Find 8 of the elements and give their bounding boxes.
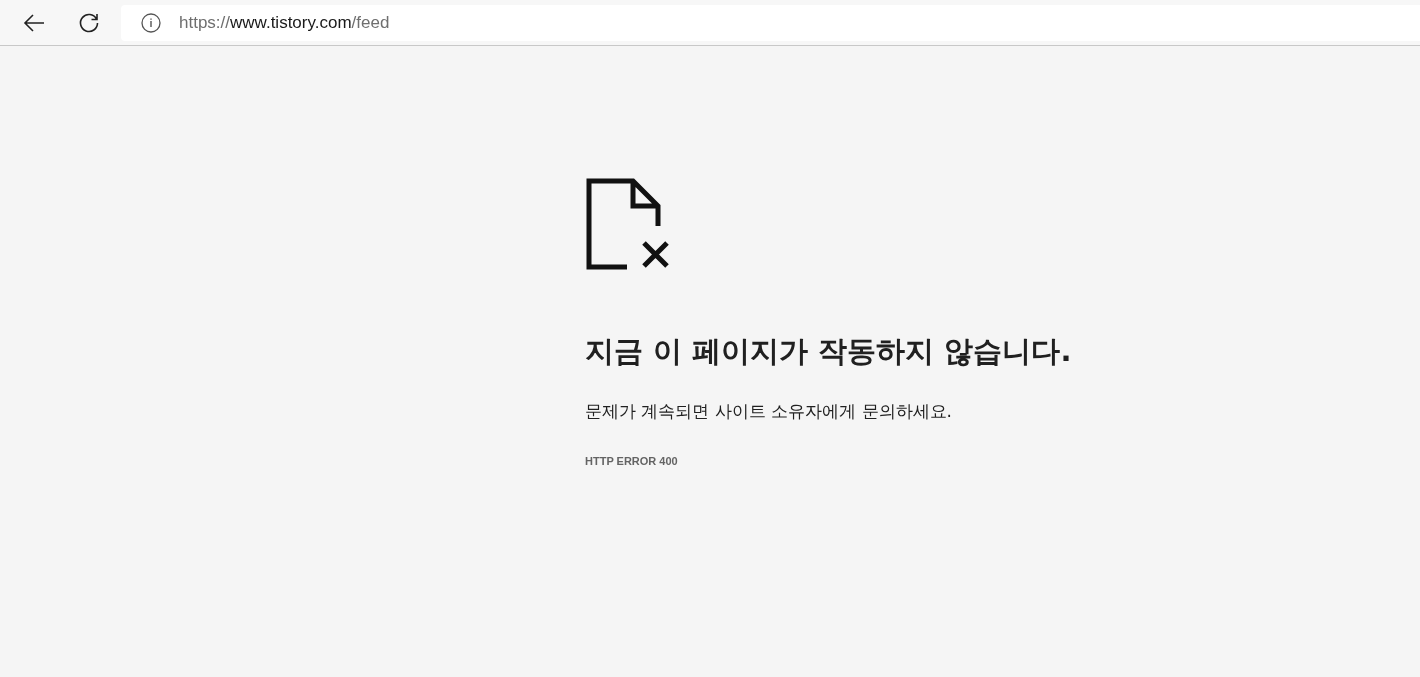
back-arrow-icon — [23, 13, 45, 32]
info-icon — [141, 12, 161, 33]
error-code: HTTP ERROR 400 — [585, 455, 679, 467]
url-text: https://www.tistory.com/feed — [179, 12, 390, 33]
error-title: 지금 이 페이지가 작동하지 않습니다. — [585, 333, 1073, 370]
error-message: 문제가 계속되면 사이트 소유자에게 문의하세요. — [585, 400, 954, 423]
reload-icon — [78, 11, 100, 34]
address-bar[interactable]: https://www.tistory.com/feed — [121, 4, 1420, 41]
